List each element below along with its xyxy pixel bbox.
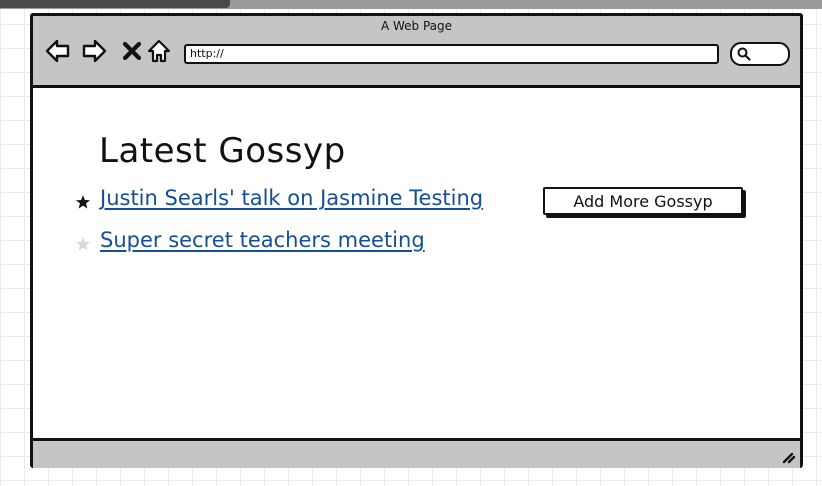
back-arrow-icon[interactable] [45,38,71,64]
browser-toolbar: A Web Page http:// [33,16,800,88]
search-box[interactable] [730,42,790,66]
star-filled-icon[interactable] [75,194,91,210]
close-icon[interactable] [119,38,145,64]
top-strip-tab [0,0,230,8]
resize-grip-icon[interactable] [780,449,796,465]
search-icon [737,47,751,61]
home-icon[interactable] [146,38,172,64]
browser-window: A Web Page http:// Latest Gossyp Justin … [30,13,803,468]
window-title: A Web Page [380,19,453,33]
gossip-link[interactable]: Justin Searls' talk on Jasmine Testing [100,186,483,210]
page-content: Latest Gossyp Justin Searls' talk on Jas… [33,88,800,438]
add-gossip-button[interactable]: Add More Gossyp [543,187,743,215]
forward-arrow-icon[interactable] [81,38,107,64]
gossip-link[interactable]: Super secret teachers meeting [100,228,425,252]
status-bar [33,438,800,468]
url-input[interactable]: http:// [184,44,719,64]
top-strip [0,0,822,9]
star-empty-icon[interactable] [75,236,91,252]
page-title: Latest Gossyp [99,131,346,171]
